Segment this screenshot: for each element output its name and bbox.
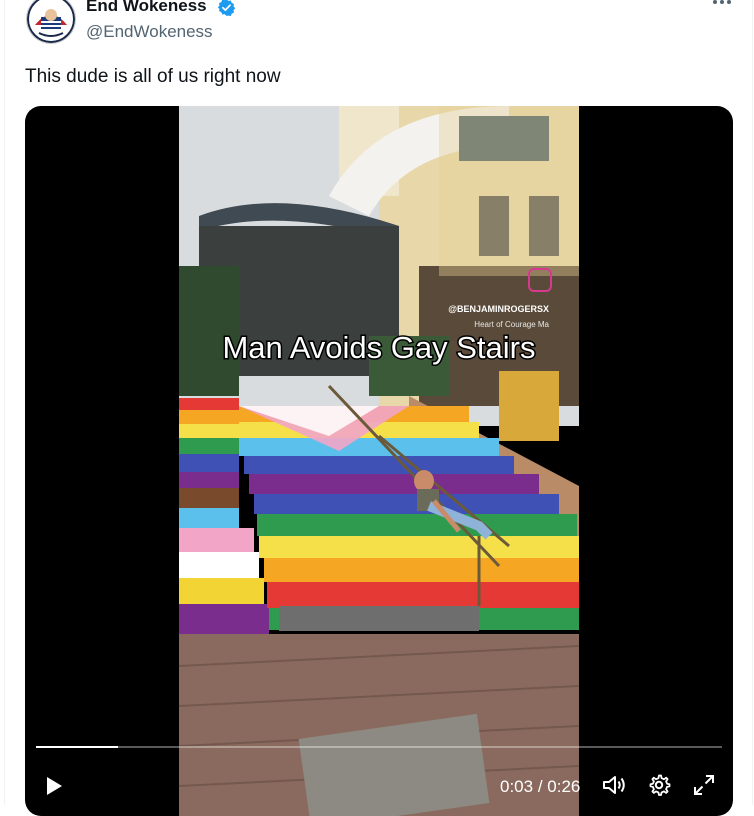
fullscreen-icon: [694, 775, 714, 795]
author-avatar[interactable]: [26, 0, 76, 44]
author-handle[interactable]: @EndWokeness: [86, 22, 213, 42]
time-separator: /: [537, 777, 543, 796]
current-time: 0:03: [500, 777, 534, 796]
timeline-border-left: [4, 0, 5, 805]
video-sign-text: Heart of Courage Ma: [474, 320, 549, 329]
video-time: 0:03 / 0:26: [500, 777, 580, 797]
gear-icon: [649, 774, 671, 796]
timeline-border-right: [752, 0, 753, 805]
more-icon[interactable]: [710, 0, 734, 16]
fullscreen-button[interactable]: [692, 773, 716, 797]
video-progress-bar[interactable]: [36, 746, 722, 748]
video-player[interactable]: @BENJAMINROGERSX Heart of Courage Ma Man…: [25, 106, 733, 816]
play-button[interactable]: [42, 774, 66, 798]
video-watermark: @BENJAMINROGERSX: [448, 304, 549, 314]
video-frame[interactable]: @BENJAMINROGERSX Heart of Courage Ma Man…: [179, 106, 579, 816]
video-progress-fill: [36, 746, 119, 748]
avatar-logo-icon: [27, 0, 75, 43]
play-icon: [47, 777, 62, 795]
volume-icon: [603, 776, 625, 794]
duration: 0:26: [547, 777, 581, 796]
author-display-name[interactable]: End Wokeness: [86, 0, 207, 16]
verified-badge-icon[interactable]: [217, 0, 236, 17]
volume-button[interactable]: [601, 773, 627, 797]
video-still-image: @BENJAMINROGERSX Heart of Courage Ma Man…: [179, 106, 579, 816]
settings-button[interactable]: [647, 773, 671, 797]
video-caption: Man Avoids Gay Stairs: [222, 330, 535, 365]
tweet-text: This dude is all of us right now: [25, 66, 281, 87]
